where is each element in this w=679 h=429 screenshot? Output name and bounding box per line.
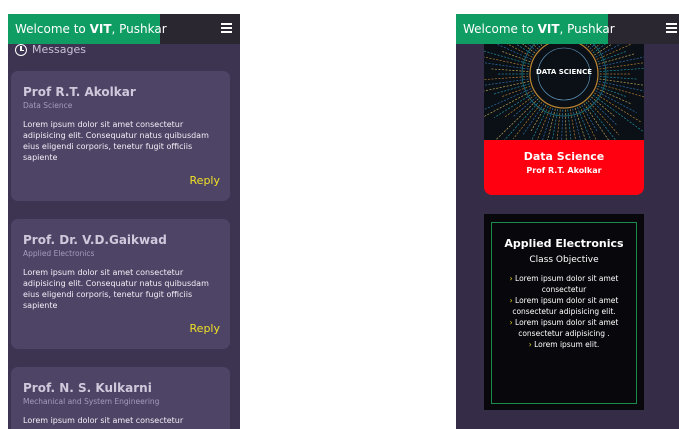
- welcome-banner: Welcome to VIT, Pushkar: [8, 14, 167, 44]
- data-science-image[interactable]: DATA SCIENCE: [484, 44, 644, 140]
- message-card: Prof. N. S. Kulkarni Mechanical and Syst…: [11, 367, 230, 429]
- ray-decoration: [561, 109, 564, 140]
- course-screen: Welcome to VIT, Pushkar DATA SCIENCE Dat…: [456, 14, 679, 429]
- reply-link[interactable]: Reply: [190, 322, 220, 335]
- ray-decoration: [504, 100, 541, 140]
- ray-decoration: [598, 81, 644, 92]
- objective-subtitle: Class Objective: [529, 255, 599, 265]
- ray-decoration: [596, 44, 633, 60]
- ray-decoration: [484, 62, 529, 70]
- ray-decoration: [530, 104, 547, 132]
- message-card: Prof R.T. Akolkar Data Science Lorem ips…: [11, 71, 230, 201]
- ray-decoration: [484, 88, 532, 111]
- ray-decoration: [592, 94, 644, 132]
- sender-subject: Mechanical and System Engineering: [23, 397, 160, 406]
- ray-decoration: [587, 100, 620, 136]
- clock-icon: [15, 43, 27, 56]
- ray-decoration: [552, 109, 559, 140]
- ray-decoration: [484, 56, 530, 67]
- objective-title: Applied Electronics: [504, 237, 624, 250]
- class-objective-card: Applied Electronics Class Objective › Lo…: [484, 214, 644, 410]
- ray-decoration: [581, 104, 598, 132]
- top-bar: Welcome to VIT, Pushkar: [8, 14, 240, 44]
- ray-decoration: [542, 107, 554, 140]
- objective-item: › Lorem ipsum dolor sit amet consectetur…: [509, 318, 619, 338]
- sender-name: Prof. N. S. Kulkarni: [23, 381, 152, 395]
- ray-decoration: [494, 92, 534, 118]
- ray-decoration: [569, 109, 576, 140]
- sender-name: Prof R.T. Akolkar: [23, 85, 136, 99]
- message-body: Lorem ipsum dolor sit amet consectetur: [23, 416, 184, 425]
- ray-decoration: [484, 90, 533, 117]
- data-science-graphic: DATA SCIENCE: [484, 44, 644, 140]
- reply-link[interactable]: Reply: [190, 174, 220, 187]
- ray-decoration: [594, 92, 641, 123]
- hamburger-menu-icon[interactable]: [221, 23, 232, 35]
- chevron-right-icon: ›: [509, 318, 513, 327]
- sender-subject: Applied Electronics: [23, 249, 95, 258]
- messages-label: Messages: [32, 43, 86, 56]
- message-body: Lorem ipsum dolor sit amet consectetur a…: [23, 120, 209, 162]
- sender-name: Prof. Dr. V.D.Gaikwad: [23, 233, 167, 247]
- welcome-banner: Welcome to VIT, Pushkar: [456, 14, 615, 44]
- messages-screen: Welcome to VIT, Pushkar Messages Prof R.…: [8, 14, 240, 429]
- chevron-right-icon: ›: [528, 340, 532, 349]
- ray-decoration: [591, 44, 601, 52]
- objective-item: › Lorem ipsum dolor sit amet consectetur: [509, 274, 619, 294]
- ray-decoration: [495, 98, 539, 140]
- ray-decoration: [599, 78, 644, 86]
- ray-decoration: [564, 109, 567, 140]
- message-card: Prof. Dr. V.D.Gaikwad Applied Electronic…: [11, 219, 230, 349]
- ray-decoration: [574, 107, 586, 140]
- course-title: Data Science: [523, 150, 605, 163]
- messages-header: Messages: [15, 43, 86, 56]
- hamburger-menu-icon[interactable]: [666, 23, 677, 35]
- course-professor: Prof R.T. Akolkar: [526, 166, 602, 175]
- course-card-label[interactable]: Data Science Prof R.T. Akolkar: [484, 140, 644, 195]
- objective-frame: Applied Electronics Class Objective › Lo…: [491, 222, 637, 404]
- objective-item: › Lorem ipsum dolor sit amet consectetur…: [509, 296, 619, 316]
- sender-subject: Data Science: [23, 101, 73, 110]
- ray-decoration: [527, 44, 537, 52]
- top-bar: Welcome to VIT, Pushkar: [456, 14, 679, 44]
- image-caption: DATA SCIENCE: [536, 68, 592, 76]
- message-body: Lorem ipsum dolor sit amet consectetur a…: [23, 268, 209, 310]
- chevron-right-icon: ›: [509, 296, 513, 305]
- objective-item: › Lorem ipsum elit.: [528, 340, 600, 349]
- chevron-right-icon: ›: [509, 274, 513, 283]
